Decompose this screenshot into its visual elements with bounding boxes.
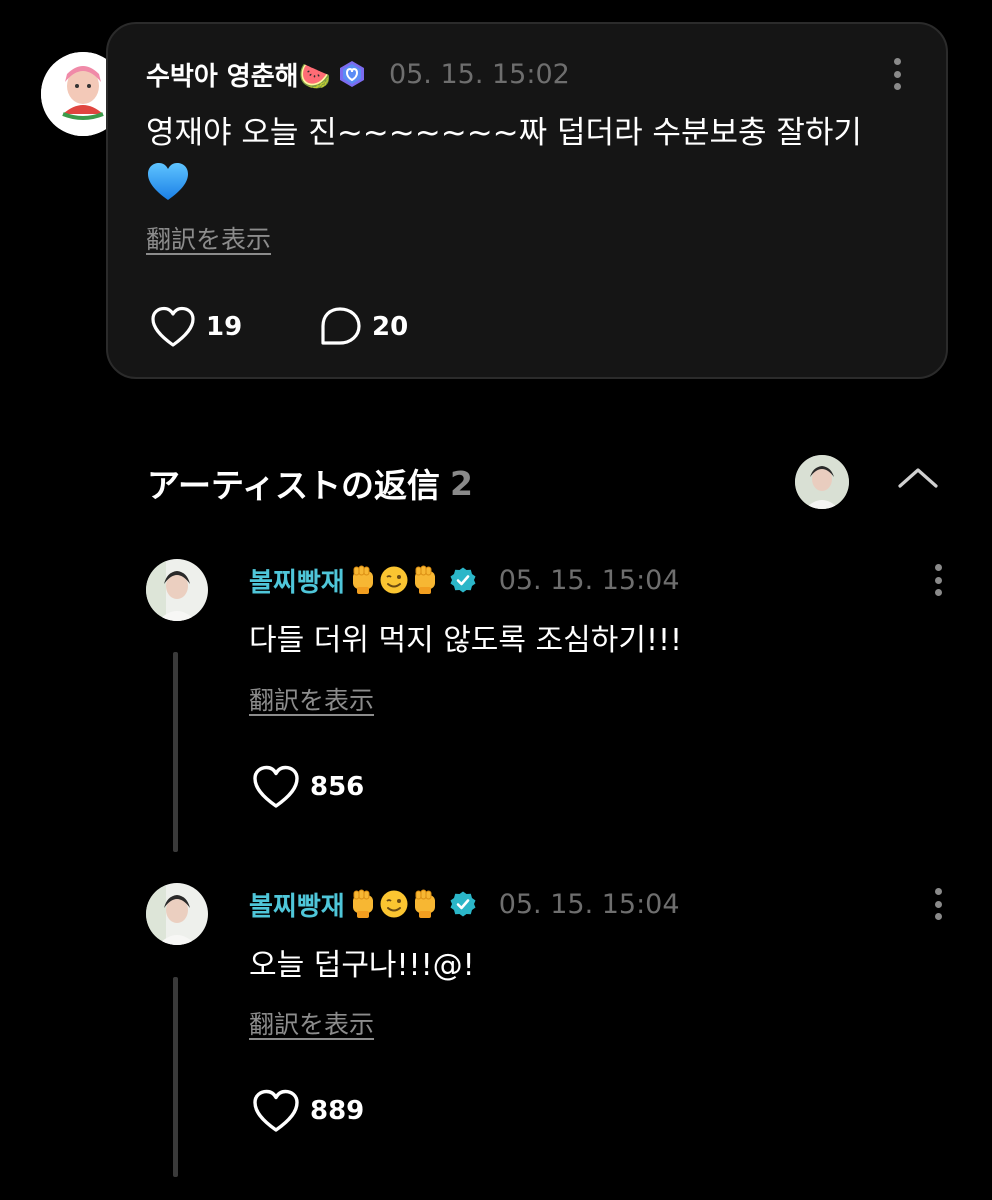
raised-fist-icon — [414, 565, 435, 594]
artist-replies-title: アーティストの返信 — [147, 466, 441, 505]
post-header: 수박아 영춘해🍉 05. 15. 15:02 — [146, 54, 570, 94]
reply-avatar[interactable] — [146, 559, 208, 621]
reply-avatar[interactable] — [146, 883, 208, 945]
winking-face-icon — [380, 566, 408, 594]
verified-badge-icon — [450, 567, 476, 593]
collapse-chevron-up-icon[interactable] — [895, 462, 941, 492]
post-author-name[interactable]: 수박아 영춘해🍉 — [146, 56, 331, 93]
reply-timestamp: 05. 15. 15:04 — [498, 888, 680, 920]
reply-author-emojis — [349, 565, 441, 595]
reply-like-button[interactable]: 889 — [252, 1089, 364, 1133]
reply-author-name[interactable]: 볼찌빵재 — [249, 562, 345, 599]
post-timestamp: 05. 15. 15:02 — [388, 58, 570, 90]
reply-like-count: 889 — [310, 1096, 365, 1126]
raised-fist-icon — [352, 889, 373, 918]
post-like-button[interactable]: 19 — [150, 306, 242, 348]
fan-badge-icon — [339, 61, 364, 87]
comment-bubble-icon — [321, 307, 361, 345]
post-text: 영재야 오늘 진~~~~~~~짜 덥더라 수분보충 잘하기 — [146, 115, 862, 151]
reply-like-count: 856 — [310, 772, 365, 802]
reply-thread-line — [173, 652, 178, 852]
reply-thread-line — [173, 977, 178, 1177]
post-comment-count: 20 — [372, 312, 409, 342]
artist-replies-header: アーティストの返信 2 — [147, 458, 473, 508]
artist-avatar[interactable] — [795, 455, 849, 509]
verified-badge-icon — [450, 891, 476, 917]
reply-timestamp: 05. 15. 15:04 — [498, 564, 680, 596]
heart-outline-icon — [253, 1089, 299, 1132]
post-more-options-icon[interactable] — [894, 58, 902, 90]
raised-fist-icon — [414, 889, 435, 918]
winking-face-icon — [380, 890, 408, 918]
reply-more-options-icon[interactable] — [935, 564, 943, 596]
heart-outline-icon — [151, 306, 195, 347]
reply-author-emojis — [349, 889, 441, 919]
raised-fist-icon — [352, 565, 373, 594]
post-comment-button[interactable]: 20 — [318, 306, 408, 348]
reply-author-name[interactable]: 볼찌빵재 — [249, 886, 345, 923]
reply-text: 다들 더위 먹지 않도록 조심하기!!! — [249, 623, 683, 658]
reply-more-options-icon[interactable] — [935, 888, 943, 920]
reply-translate-link[interactable]: 翻訳を表示 — [249, 1005, 374, 1041]
post-body: 영재야 오늘 진~~~~~~~짜 덥더라 수분보충 잘하기 — [146, 108, 906, 202]
heart-outline-icon — [253, 765, 299, 808]
post-card: 수박아 영춘해🍉 05. 15. 15:02 영재야 오늘 진~~~~~~~짜 … — [106, 22, 948, 379]
reply-like-button[interactable]: 856 — [252, 765, 364, 809]
reply-translate-link[interactable]: 翻訳を表示 — [249, 681, 374, 717]
reply-header: 볼찌빵재 05. 15. 15:04 — [249, 884, 680, 924]
blue-heart-icon — [148, 163, 188, 200]
reply-text: 오늘 덥구나!!!@! — [249, 948, 475, 983]
post-like-count: 19 — [206, 312, 243, 342]
post-translate-link[interactable]: 翻訳を表示 — [146, 220, 271, 256]
artist-replies-count: 2 — [450, 463, 474, 503]
reply-header: 볼찌빵재 05. 15. 15:04 — [249, 560, 680, 600]
